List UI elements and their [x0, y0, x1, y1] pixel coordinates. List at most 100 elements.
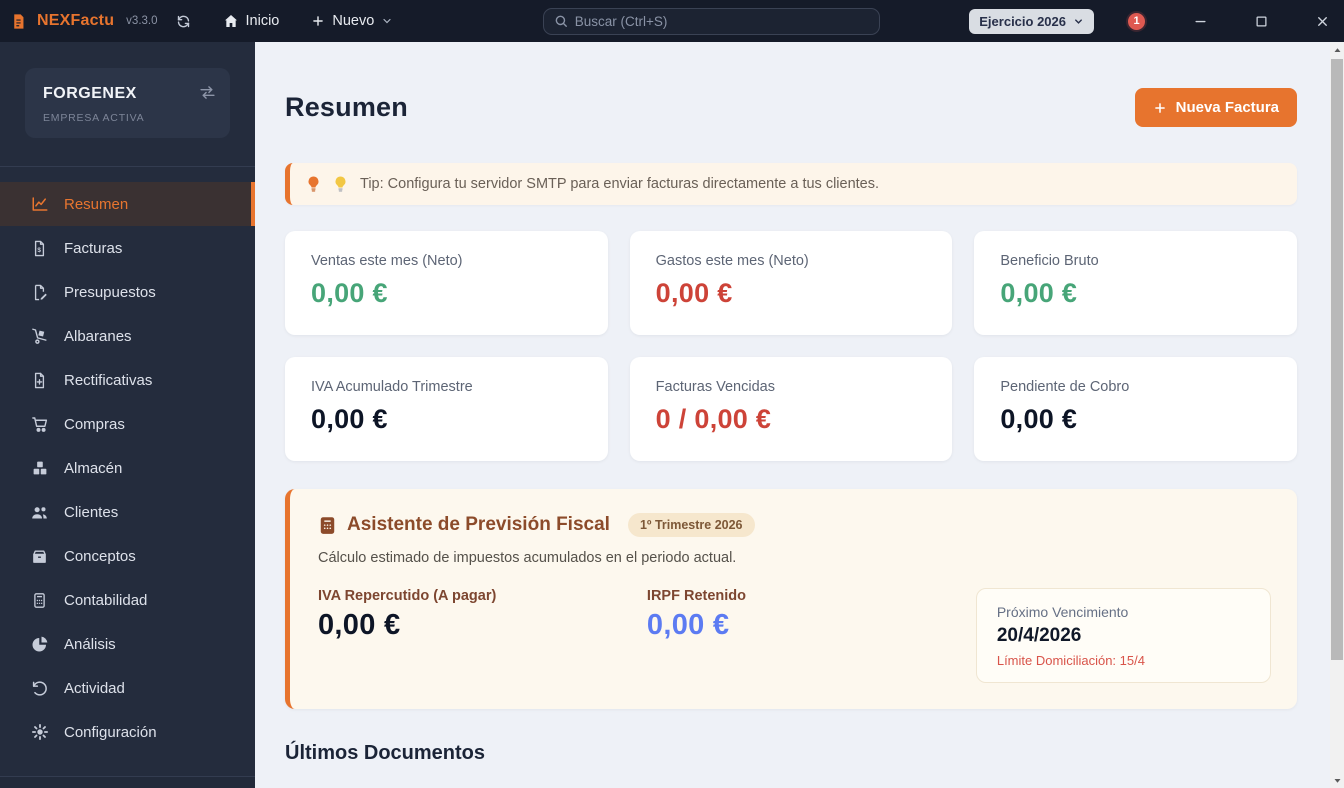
- fiscal-description: Cálculo estimado de impuestos acumulados…: [318, 550, 737, 566]
- search-box[interactable]: [542, 7, 880, 35]
- sidebar-nav: Resumen $ Facturas Presupuestos Albarane…: [0, 167, 255, 776]
- stat-value: 0 / 0,00 €: [655, 404, 772, 434]
- new-menu-label: Nuevo: [332, 13, 375, 29]
- scroll-up-arrow[interactable]: [1330, 42, 1344, 58]
- close-button[interactable]: [1315, 14, 1330, 29]
- sidebar-item-analisis[interactable]: Análisis: [0, 622, 255, 666]
- notification-count: 1: [1133, 15, 1140, 27]
- sidebar-item-label: Facturas: [64, 239, 123, 257]
- stat-card-iva: IVA Acumulado Trimestre 0,00 €: [285, 357, 608, 461]
- home-button[interactable]: Inicio: [223, 13, 280, 29]
- new-invoice-button[interactable]: Nueva Factura: [1134, 88, 1297, 127]
- app-logo-icon: [10, 13, 27, 30]
- sidebar-item-clientes[interactable]: Clientes: [0, 490, 255, 534]
- stat-value: 0,00 €: [1000, 404, 1078, 434]
- sidebar-item-resumen[interactable]: Resumen: [0, 182, 255, 226]
- calculator-icon: [320, 516, 335, 534]
- titlebar-left: NEXFactu v3.3.0 Inicio Nuevo: [10, 12, 393, 30]
- sidebar-item-label: Análisis: [64, 635, 116, 653]
- due-limit: Límite Domiciliación: 15/4: [996, 653, 1145, 668]
- main-content: Resumen Nueva Factura Tip: Configura tu …: [255, 42, 1330, 788]
- scroll-down-arrow[interactable]: [1330, 772, 1344, 788]
- box-icon: [30, 548, 49, 565]
- sidebar-item-actividad[interactable]: Actividad: [0, 666, 255, 710]
- sidebar-item-label: Compras: [64, 415, 125, 433]
- stat-card-pendiente: Pendiente de Cobro 0,00 €: [974, 357, 1297, 461]
- sidebar-item-label: Almacén: [64, 459, 123, 477]
- stats-grid: Ventas este mes (Neto) 0,00 € Gastos est…: [285, 231, 1297, 461]
- stat-value: 0,00 €: [1000, 278, 1078, 308]
- company-name: FORGENEX: [43, 85, 137, 102]
- sidebar-item-configuracion[interactable]: Configuración: [0, 710, 255, 754]
- sidebar-item-label: Contabilidad: [64, 591, 148, 609]
- home-label: Inicio: [245, 13, 280, 29]
- tip-text: Tip: Configura tu servidor SMTP para env…: [360, 176, 880, 192]
- fiscal-title: Asistente de Previsión Fiscal: [347, 514, 610, 535]
- titlebar-right: Ejercicio 2026 1: [969, 8, 1330, 34]
- vertical-scrollbar[interactable]: [1330, 42, 1344, 788]
- stat-card-gastos: Gastos este mes (Neto) 0,00 €: [629, 231, 953, 335]
- due-label: Próximo Vencimiento: [996, 604, 1129, 620]
- maximize-icon: [1256, 16, 1267, 26]
- stat-label: Beneficio Bruto: [1000, 253, 1099, 269]
- sidebar-item-almacen[interactable]: Almacén: [0, 446, 255, 490]
- chevron-down-icon: [383, 18, 391, 24]
- sidebar-item-contabilidad[interactable]: Contabilidad: [0, 578, 255, 622]
- sidebar-item-facturas[interactable]: $ Facturas: [0, 226, 255, 270]
- stat-value: 0,00 €: [311, 278, 388, 308]
- file-pen-icon: [30, 284, 49, 301]
- stat-label: Gastos este mes (Neto): [655, 253, 809, 269]
- maximize-button[interactable]: [1254, 14, 1269, 29]
- stat-value: 0,00 €: [655, 278, 733, 308]
- history-icon: [30, 679, 49, 697]
- company-switcher[interactable]: FORGENEX EMPRESA ACTIVA: [25, 68, 230, 138]
- sidebar-item-label: Rectificativas: [64, 371, 153, 389]
- notification-badge[interactable]: 1: [1126, 10, 1147, 32]
- stat-label: Pendiente de Cobro: [1000, 379, 1130, 395]
- search-area: [453, 7, 969, 35]
- gear-icon: [30, 723, 49, 741]
- stat-card-vencidas: Facturas Vencidas 0 / 0,00 €: [629, 357, 953, 461]
- pie-chart-icon: [30, 635, 49, 653]
- sidebar-item-compras[interactable]: Compras: [0, 402, 255, 446]
- sidebar-item-presupuestos[interactable]: Presupuestos: [0, 270, 255, 314]
- stat-value: 0,00 €: [311, 404, 388, 434]
- exercise-select[interactable]: Ejercicio 2026: [969, 8, 1094, 34]
- scrollbar-thumb[interactable]: [1331, 59, 1343, 660]
- chart-line-icon: [30, 195, 49, 213]
- minimize-button[interactable]: [1193, 14, 1208, 29]
- stat-card-ventas: Ventas este mes (Neto) 0,00 €: [285, 231, 608, 335]
- file-invoice-dollar-icon: $: [30, 240, 49, 257]
- sidebar-item-albaranes[interactable]: Albaranes: [0, 314, 255, 358]
- stat-label: Facturas Vencidas: [655, 379, 775, 395]
- sidebar-item-label: Presupuestos: [64, 283, 156, 301]
- fiscal-irpf-label: IRPF Retenido: [646, 588, 747, 604]
- minimize-icon: [1195, 20, 1206, 22]
- fiscal-irpf-value: 0,00 €: [646, 609, 730, 641]
- sidebar-item-label: Clientes: [64, 503, 119, 521]
- sidebar-item-conceptos[interactable]: Conceptos: [0, 534, 255, 578]
- new-menu-button[interactable]: Nuevo: [311, 13, 393, 29]
- plus-icon: [313, 16, 324, 26]
- dolly-icon: [30, 327, 49, 345]
- last-documents-title: Últimos Documentos: [285, 742, 486, 764]
- lightbulb-icon: [335, 176, 346, 192]
- lightbulb-icon: [308, 176, 319, 192]
- svg-text:$: $: [37, 247, 41, 254]
- calculator-icon: [30, 592, 49, 609]
- company-status: EMPRESA ACTIVA: [43, 112, 145, 124]
- sidebar-item-label: Resumen: [64, 195, 129, 213]
- fiscal-iva-label: IVA Repercutido (A pagar): [318, 588, 497, 604]
- refresh-icon[interactable]: [176, 14, 191, 29]
- sidebar-item-rectificativas[interactable]: Rectificativas: [0, 358, 255, 402]
- file-plus-icon: [30, 372, 49, 389]
- app-name: NEXFactu: [37, 12, 115, 29]
- exercise-label: Ejercicio 2026: [979, 13, 1066, 29]
- search-input[interactable]: [574, 13, 869, 29]
- close-icon: [1318, 16, 1327, 26]
- new-invoice-label: Nueva Factura: [1175, 99, 1279, 116]
- home-icon: [224, 15, 237, 27]
- stat-label: IVA Acumulado Trimestre: [311, 379, 473, 395]
- sidebar-footer: [0, 776, 255, 788]
- swap-company-icon[interactable]: [199, 84, 216, 101]
